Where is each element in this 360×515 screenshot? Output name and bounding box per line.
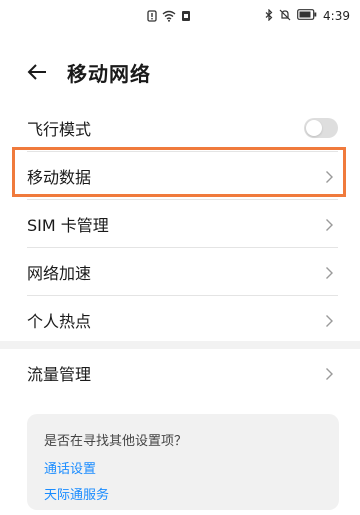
notification-icon xyxy=(147,7,157,26)
chevron-right-icon xyxy=(325,265,334,279)
back-arrow-icon[interactable] xyxy=(26,61,48,83)
row-sim-management[interactable]: SIM 卡管理 xyxy=(0,200,360,248)
status-left-icons xyxy=(147,9,191,23)
row-label: 飞行模式 xyxy=(27,120,92,139)
toggle-knob xyxy=(306,120,322,136)
status-right: 4:39 xyxy=(265,8,350,24)
sim-icon xyxy=(181,7,191,26)
settings-list: 飞行模式 移动数据 SIM 卡管理 网络加速 个人热点 xyxy=(0,104,360,344)
wifi-icon xyxy=(162,7,176,26)
chevron-right-icon xyxy=(325,366,334,380)
link-call-settings[interactable]: 通话设置 xyxy=(44,458,96,477)
row-label: 流量管理 xyxy=(27,365,92,384)
section-divider xyxy=(0,341,360,349)
chevron-right-icon xyxy=(325,217,334,231)
status-time: 4:39 xyxy=(323,9,350,23)
row-traffic-management[interactable]: 流量管理 xyxy=(0,349,360,397)
chevron-right-icon xyxy=(325,169,334,183)
row-label: 网络加速 xyxy=(27,264,92,283)
row-label: SIM 卡管理 xyxy=(27,216,109,235)
chevron-right-icon xyxy=(325,313,334,327)
suggestion-title: 是否在寻找其他设置项？ xyxy=(44,434,188,449)
row-network-acceleration[interactable]: 网络加速 xyxy=(0,248,360,296)
battery-icon xyxy=(297,9,317,23)
suggestion-card: 是否在寻找其他设置项？ 通话设置 天际通服务 xyxy=(27,414,339,510)
link-skytone-service[interactable]: 天际通服务 xyxy=(44,484,109,503)
status-bar: 4:39 xyxy=(0,0,360,32)
header: 移动网络 xyxy=(0,54,360,94)
row-label: 个人热点 xyxy=(27,312,92,331)
row-label: 移动数据 xyxy=(27,168,92,187)
bluetooth-icon xyxy=(265,8,273,24)
row-personal-hotspot[interactable]: 个人热点 xyxy=(0,296,360,344)
row-airplane-mode[interactable]: 飞行模式 xyxy=(0,104,360,152)
mute-icon xyxy=(279,9,291,24)
airplane-mode-toggle[interactable] xyxy=(304,118,338,138)
row-mobile-data[interactable]: 移动数据 xyxy=(0,152,360,200)
page-title: 移动网络 xyxy=(67,62,151,86)
